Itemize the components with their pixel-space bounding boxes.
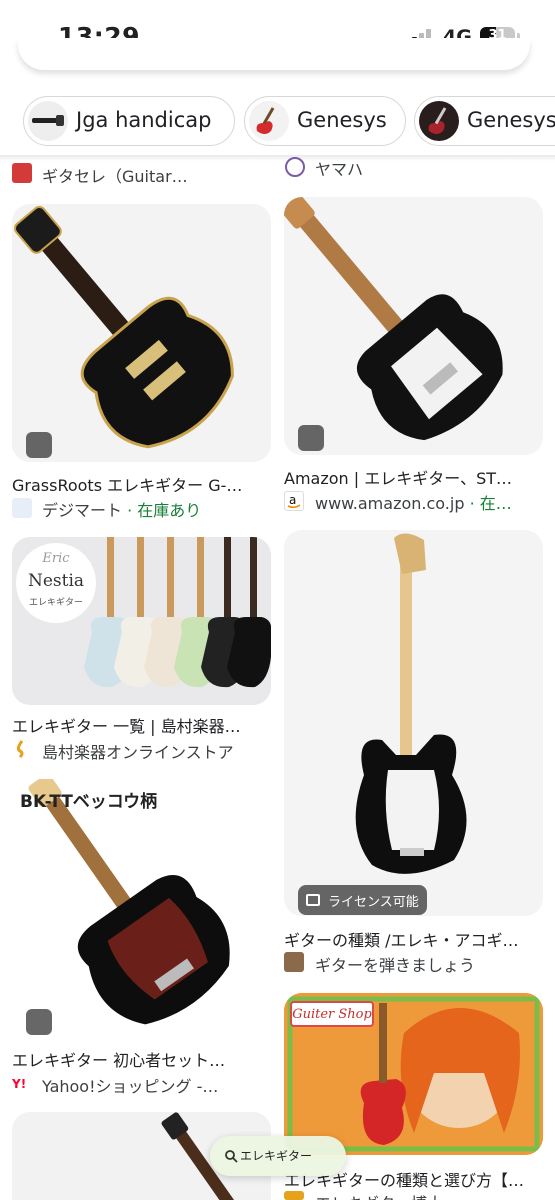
result-image-grassroots[interactable] — [12, 204, 271, 462]
amazon-favicon: a — [284, 491, 304, 511]
source-name: デジマート — [42, 501, 123, 520]
result-source[interactable]: デジマート · 在庫あり — [42, 497, 272, 521]
result-source[interactable]: ギタセレ（Guitar… — [42, 163, 262, 187]
result-image-guitar-types[interactable]: ライセンス可能 — [284, 530, 543, 916]
result-source[interactable]: Yahoo!ショッピング -… — [42, 1073, 272, 1097]
related-chips: Jga handicap Genesys Genesys — [0, 92, 555, 150]
result-image-bk-tt[interactable]: BK-TTベッコウ柄 — [12, 779, 271, 1039]
chip-genesys[interactable]: Genesys — [244, 96, 406, 146]
yahoo-favicon: Y! — [11, 1073, 32, 1093]
guiter-shop-sign: Guiter Shop — [290, 1001, 374, 1027]
chip-thumbnail — [249, 101, 289, 141]
bottom-search-label: エレキギター — [240, 1149, 313, 1163]
result-source[interactable]: www.amazon.co.jp · 在… — [315, 490, 550, 514]
result-title[interactable]: ギターの種類 /エレキ・アコギ… — [284, 927, 546, 951]
nestia-brand: Eric — [42, 551, 70, 566]
stock-status: · 在庫あり — [127, 501, 202, 520]
stock-status: · 在… — [469, 494, 512, 513]
shopping-tag-icon — [26, 432, 52, 458]
search-bar-bottom[interactable] — [18, 38, 530, 70]
hakase-favicon — [284, 1191, 304, 1200]
image-icon — [306, 894, 320, 906]
source-name: www.amazon.co.jp — [315, 494, 465, 513]
result-image-shimamura[interactable]: Eric Nestia エレキギター — [12, 537, 271, 705]
nestia-model: Nestia — [27, 571, 85, 591]
nestia-sub: エレキギター — [28, 598, 83, 608]
guitarsele-favicon — [12, 163, 32, 183]
chip-genesys-2[interactable]: Genesys — [414, 96, 555, 146]
digimart-favicon — [12, 498, 32, 518]
result-title[interactable]: Amazon | エレキギター、ST… — [284, 465, 546, 489]
nestia-logo: Eric Nestia エレキギター — [16, 543, 96, 623]
svg-text:a: a — [289, 493, 296, 507]
shopping-tag-icon — [298, 425, 324, 451]
chip-label: Genesys — [297, 108, 387, 132]
bottom-search-pill[interactable]: エレキギター — [210, 1136, 346, 1176]
result-image-guitar-shop[interactable]: Guiter Shop — [284, 993, 543, 1155]
chip-jga-handicap[interactable]: Jga handicap — [23, 96, 235, 146]
overlay-text: BK-TTベッコウ柄 — [20, 792, 158, 812]
shopping-tag-icon — [26, 1009, 52, 1035]
result-source[interactable]: ギターを弾きましょう — [315, 952, 545, 976]
result-title[interactable]: GrassRoots エレキギター G-… — [12, 472, 272, 496]
search-icon — [225, 1150, 238, 1163]
result-image-amazon[interactable] — [284, 197, 543, 455]
guitar-site-favicon — [284, 952, 304, 972]
chip-thumbnail — [28, 101, 68, 141]
result-title[interactable]: エレキギター 一覧 | 島村楽器… — [12, 713, 274, 737]
chip-label: Jga handicap — [76, 108, 212, 132]
result-source[interactable]: エレキギター博士 — [315, 1190, 545, 1200]
chip-label: Genesys — [467, 108, 555, 132]
yamaha-favicon — [285, 157, 305, 177]
shimamura-favicon — [12, 739, 32, 759]
chip-thumbnail — [419, 101, 459, 141]
result-source[interactable]: 島村楽器オンラインストア — [42, 739, 272, 763]
svg-text:Y!: Y! — [12, 1077, 26, 1091]
result-title[interactable]: エレキギター 初心者セット… — [12, 1047, 274, 1071]
result-source[interactable]: ヤマハ — [315, 156, 515, 180]
